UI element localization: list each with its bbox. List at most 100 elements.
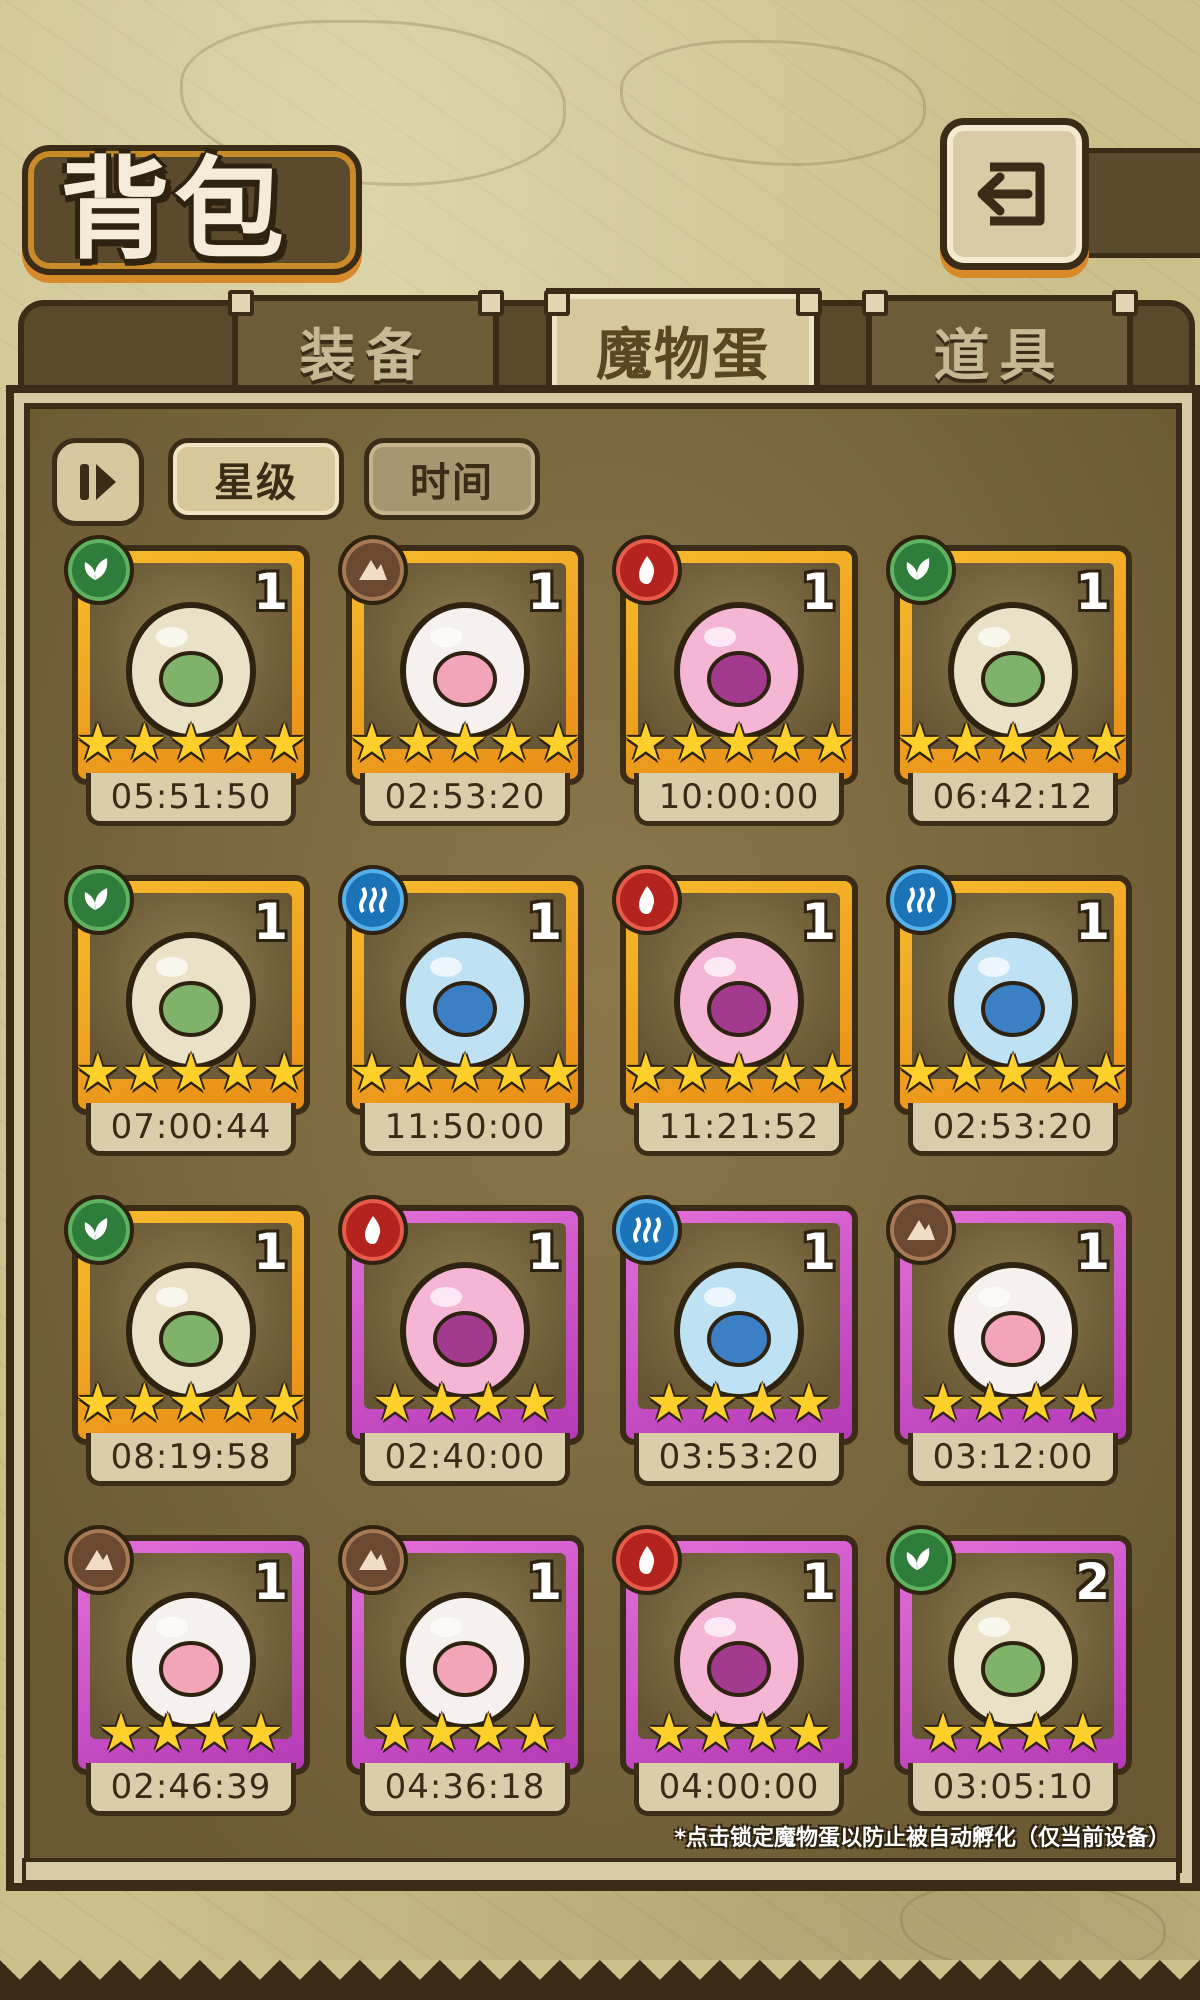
egg-slot[interactable]: 1 ★ ★ ★ ★ 03:53:20: [612, 1195, 858, 1495]
egg-slot[interactable]: 1 ★ ★ ★ ★ 04:36:18: [338, 1525, 584, 1825]
star-icon: ★: [715, 713, 763, 773]
star-rating: ★ ★ ★ ★ ★: [348, 713, 581, 773]
star-icon: ★: [97, 1703, 145, 1763]
egg-slot[interactable]: 1 ★ ★ ★ ★ ★ 05:51:50: [64, 535, 310, 835]
star-icon: ★: [943, 713, 990, 773]
star-rating: ★ ★ ★ ★ ★: [896, 713, 1129, 773]
star-icon: ★: [418, 1703, 465, 1763]
egg-slot[interactable]: 1 ★ ★ ★ ★ 03:12:00: [886, 1195, 1132, 1495]
star-icon: ★: [260, 1043, 308, 1103]
star-icon: ★: [1036, 1043, 1083, 1103]
star-icon: ★: [1013, 1373, 1060, 1433]
star-icon: ★: [214, 1373, 261, 1433]
star-rating: ★ ★ ★ ★: [900, 1707, 1126, 1759]
star-icon: ★: [1036, 713, 1083, 773]
page-title: 背包: [60, 146, 288, 274]
egg-count: 1: [527, 563, 562, 621]
earth-element-icon: [338, 535, 408, 605]
egg-card[interactable]: 1 ★ ★ ★ ★: [612, 1525, 858, 1775]
egg-count: 1: [527, 1223, 562, 1281]
star-icon: ★: [645, 1373, 693, 1433]
egg-slot[interactable]: 1 ★ ★ ★ ★ ★ 02:53:20: [338, 535, 584, 835]
egg-count: 2: [1075, 1553, 1110, 1611]
egg-card[interactable]: 1 ★ ★ ★ ★ ★: [612, 865, 858, 1115]
egg-card[interactable]: 1 ★ ★ ★ ★ ★: [64, 535, 310, 785]
egg-slot[interactable]: 2 ★ ★ ★ ★ 03:05:10: [886, 1525, 1132, 1825]
egg-slot[interactable]: 1 ★ ★ ★ ★ ★ 10:00:00: [612, 535, 858, 835]
sort-by-time-button[interactable]: 时间: [364, 438, 540, 520]
egg-count: 1: [1075, 893, 1110, 951]
hatch-timer: 03:53:20: [634, 1433, 844, 1486]
water-element-icon: [886, 865, 956, 935]
egg-card[interactable]: 1 ★ ★ ★ ★ ★: [338, 535, 584, 785]
sort-order-toggle[interactable]: [52, 438, 144, 526]
star-icon: ★: [896, 713, 944, 773]
star-icon: ★: [1059, 1373, 1107, 1433]
star-icon: ★: [762, 1043, 809, 1103]
star-icon: ★: [395, 1043, 442, 1103]
star-rating: ★ ★ ★ ★ ★: [896, 1043, 1129, 1103]
star-icon: ★: [348, 1043, 396, 1103]
egg-card[interactable]: 1 ★ ★ ★ ★: [612, 1195, 858, 1445]
egg-card[interactable]: 2 ★ ★ ★ ★: [886, 1525, 1132, 1775]
egg-card[interactable]: 1 ★ ★ ★ ★ ★: [64, 1195, 310, 1445]
earth-element-icon: [338, 1525, 408, 1595]
star-icon: ★: [488, 713, 535, 773]
egg-card[interactable]: 1 ★ ★ ★ ★ ★: [612, 535, 858, 785]
star-icon: ★: [348, 713, 396, 773]
star-rating: ★ ★ ★ ★: [626, 1707, 852, 1759]
hatch-timer: 10:00:00: [634, 773, 844, 826]
star-icon: ★: [989, 713, 1037, 773]
star-icon: ★: [534, 1043, 582, 1103]
hatch-timer: 03:12:00: [908, 1433, 1118, 1486]
hatch-timer: 02:40:00: [360, 1433, 570, 1486]
star-rating: ★ ★ ★ ★: [78, 1707, 304, 1759]
star-icon: ★: [622, 713, 670, 773]
fire-element-icon: [612, 535, 682, 605]
egg-slot[interactable]: 1 ★ ★ ★ ★ ★ 08:19:58: [64, 1195, 310, 1495]
fire-element-icon: [612, 1525, 682, 1595]
star-icon: ★: [260, 1373, 308, 1433]
back-button[interactable]: [940, 118, 1089, 270]
egg-card[interactable]: 1 ★ ★ ★ ★ ★: [338, 865, 584, 1115]
star-rating: ★ ★ ★ ★ ★: [74, 713, 307, 773]
hatch-timer: 03:05:10: [908, 1763, 1118, 1816]
star-icon: ★: [465, 1373, 512, 1433]
egg-card[interactable]: 1 ★ ★ ★ ★ ★: [886, 535, 1132, 785]
egg-slot[interactable]: 1 ★ ★ ★ ★ ★ 11:50:00: [338, 865, 584, 1165]
hatch-timer: 06:42:12: [908, 773, 1118, 826]
star-rating: ★ ★ ★ ★ ★: [622, 713, 855, 773]
star-icon: ★: [167, 1373, 215, 1433]
egg-slot[interactable]: 1 ★ ★ ★ ★ 02:46:39: [64, 1525, 310, 1825]
star-icon: ★: [511, 1373, 559, 1433]
egg-slot[interactable]: 1 ★ ★ ★ ★ 04:00:00: [612, 1525, 858, 1825]
sort-by-stars-button[interactable]: 星级: [168, 438, 344, 520]
star-rating: ★ ★ ★ ★ ★: [622, 1043, 855, 1103]
egg-card[interactable]: 1 ★ ★ ★ ★: [886, 1195, 1132, 1445]
egg-slot[interactable]: 1 ★ ★ ★ ★ ★ 07:00:44: [64, 865, 310, 1165]
egg-slot[interactable]: 1 ★ ★ ★ ★ ★ 02:53:20: [886, 865, 1132, 1165]
egg-card[interactable]: 1 ★ ★ ★ ★: [338, 1525, 584, 1775]
leaf-element-icon: [64, 865, 134, 935]
egg-card[interactable]: 1 ★ ★ ★ ★: [338, 1195, 584, 1445]
egg-count: 1: [253, 1553, 288, 1611]
star-icon: ★: [692, 1373, 739, 1433]
egg-slot[interactable]: 1 ★ ★ ★ ★ 02:40:00: [338, 1195, 584, 1495]
star-icon: ★: [121, 713, 168, 773]
egg-count: 1: [253, 893, 288, 951]
star-icon: ★: [622, 1043, 670, 1103]
egg-count: 1: [801, 1223, 836, 1281]
egg-slot[interactable]: 1 ★ ★ ★ ★ ★ 06:42:12: [886, 535, 1132, 835]
star-icon: ★: [511, 1703, 559, 1763]
egg-card[interactable]: 1 ★ ★ ★ ★: [64, 1525, 310, 1775]
star-icon: ★: [1059, 1703, 1107, 1763]
egg-card[interactable]: 1 ★ ★ ★ ★ ★: [64, 865, 310, 1115]
star-icon: ★: [214, 713, 261, 773]
egg-count: 1: [801, 893, 836, 951]
star-rating: ★ ★ ★ ★ ★: [74, 1047, 307, 1099]
star-icon: ★: [645, 1703, 693, 1763]
star-icon: ★: [1082, 713, 1130, 773]
egg-card[interactable]: 1 ★ ★ ★ ★ ★: [886, 865, 1132, 1115]
egg-slot[interactable]: 1 ★ ★ ★ ★ ★ 11:21:52: [612, 865, 858, 1165]
tab-post: [1112, 290, 1138, 316]
